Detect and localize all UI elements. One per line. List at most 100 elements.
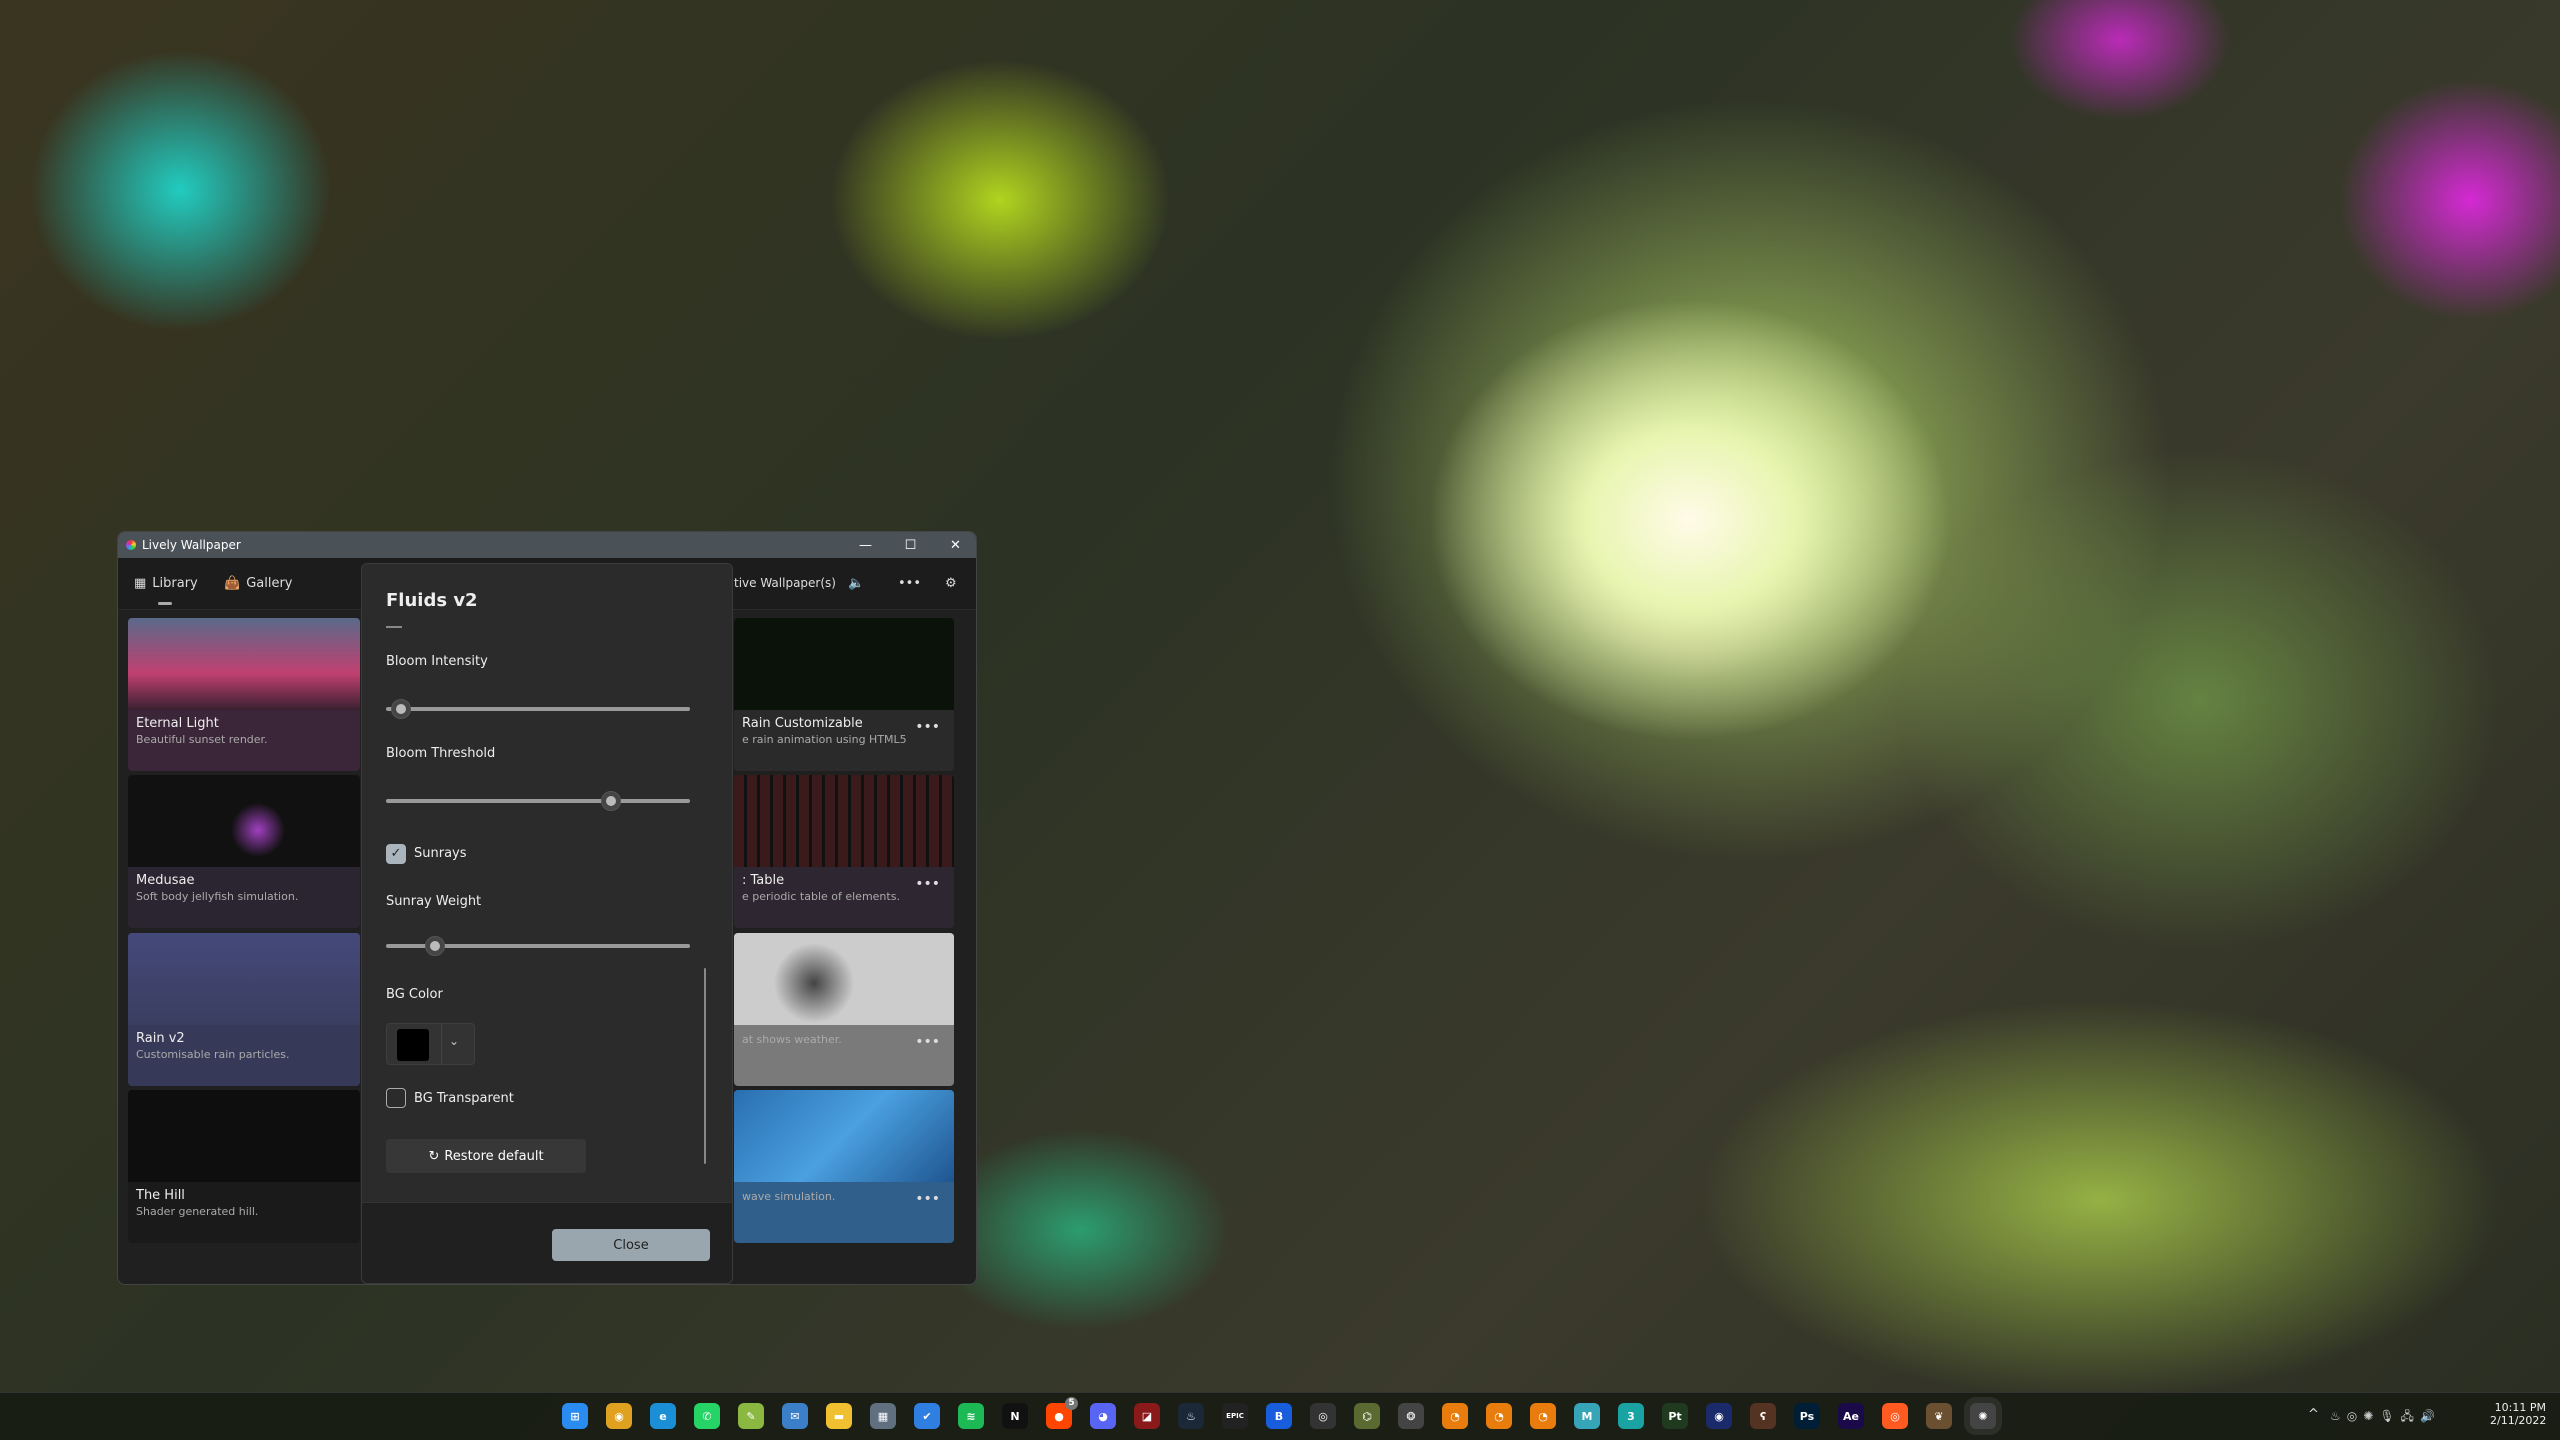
close-button[interactable]: Close <box>552 1229 710 1261</box>
clock[interactable]: 10:11 PM 2/11/2022 <box>2490 1401 2546 1427</box>
active-tab-indicator <box>158 602 172 605</box>
obs-icon[interactable]: ◎ <box>1310 1403 1336 1429</box>
edge-icon[interactable]: e <box>650 1403 676 1429</box>
bg-transparent-checkbox[interactable] <box>386 1088 406 1108</box>
after-effects-icon[interactable]: Ae <box>1838 1403 1864 1429</box>
blender-3-icon[interactable]: ◔ <box>1530 1403 1556 1429</box>
wallpaper-card[interactable]: Eternal Light Beautiful sunset render. <box>128 618 360 771</box>
netflix-icon[interactable]: N <box>1002 1403 1028 1429</box>
file-explorer-icon[interactable]: ▬ <box>826 1403 852 1429</box>
tab-library[interactable]: ▦ Library <box>134 576 198 591</box>
chevron-down-icon[interactable]: ⌄ <box>449 1034 459 1048</box>
discord-icon[interactable]: ◕ <box>1090 1403 1116 1429</box>
slider-thumb[interactable] <box>600 791 621 811</box>
notepad-icon[interactable]: ✎ <box>738 1403 764 1429</box>
tab-gallery[interactable]: 👜 Gallery <box>224 576 293 591</box>
cinema4d-icon[interactable]: ◉ <box>1706 1403 1732 1429</box>
3ds-max-icon[interactable]: 3 <box>1618 1403 1644 1429</box>
tray-app-icon[interactable]: ◎ <box>2347 1409 2363 1423</box>
card-title: Eternal Light <box>136 716 219 731</box>
bg-color-picker[interactable]: ⌄ <box>386 1023 475 1065</box>
tray-icons[interactable]: ♨◎✺🎙🖧🔊 <box>2330 1407 2441 1428</box>
slider-thumb[interactable] <box>391 699 412 719</box>
close-window-button[interactable]: ✕ <box>933 532 976 558</box>
card-desc: Soft body jellyfish simulation. <box>136 890 299 903</box>
volume-icon[interactable]: 🔈 <box>848 576 864 591</box>
dota-icon[interactable]: ◪ <box>1134 1403 1160 1429</box>
thumbnail <box>128 775 360 867</box>
epic-games-icon[interactable]: EPIC <box>1222 1403 1248 1429</box>
lively-tray-icon[interactable]: ✺ <box>2363 1409 2379 1423</box>
wallpaper-card[interactable]: wave simulation. ••• <box>734 1090 954 1243</box>
wallpaper-card[interactable]: Rain Customizable e rain animation using … <box>734 618 954 771</box>
todo-icon[interactable]: ✔ <box>914 1403 940 1429</box>
bg-transparent-label: BG Transparent <box>414 1091 514 1106</box>
steam-tray-icon[interactable]: ♨ <box>2330 1409 2347 1423</box>
minimize-button[interactable]: — <box>843 532 888 558</box>
whatsapp-icon[interactable]: ✆ <box>694 1403 720 1429</box>
davinci-icon[interactable]: ❂ <box>1398 1403 1424 1429</box>
microphone-icon[interactable]: 🎙 <box>2379 1409 2400 1423</box>
scrollbar[interactable] <box>704 968 706 1164</box>
title-bar: Lively Wallpaper — ☐ ✕ <box>118 532 976 558</box>
blender-icon[interactable]: ◔ <box>1442 1403 1468 1429</box>
card-more-button[interactable]: ••• <box>915 1034 940 1050</box>
app-orange-icon[interactable]: ʕ <box>1750 1403 1776 1429</box>
app-flame-icon[interactable]: ❦ <box>1926 1403 1952 1429</box>
bloom-threshold-slider[interactable] <box>386 791 690 811</box>
thumbnail <box>128 618 360 710</box>
settings-gear-icon[interactable]: ⚙ <box>945 576 957 591</box>
active-wallpapers-button[interactable]: tive Wallpaper(s) <box>734 576 836 590</box>
dialog-title: Fluids v2 <box>386 590 478 611</box>
lively-icon[interactable]: ✺ <box>1964 1397 2002 1435</box>
sunray-weight-slider[interactable] <box>386 936 690 956</box>
sunrays-checkbox[interactable]: ✓ <box>386 844 406 864</box>
card-more-button[interactable]: ••• <box>915 1191 940 1207</box>
steam-icon[interactable]: ♨ <box>1178 1403 1204 1429</box>
wallpaper-card[interactable]: at shows weather. ••• <box>734 933 954 1086</box>
dialog-footer: Close <box>362 1202 732 1283</box>
wallpaper-card[interactable]: The Hill Shader generated hill. <box>128 1090 360 1243</box>
reddit-icon[interactable]: ● 5 <box>1046 1397 1078 1429</box>
blender-2-icon[interactable]: ◔ <box>1486 1403 1512 1429</box>
card-desc: Beautiful sunset render. <box>136 733 268 746</box>
slider-thumb[interactable] <box>424 936 445 956</box>
maya-icon[interactable]: M <box>1574 1403 1600 1429</box>
card-desc: Shader generated hill. <box>136 1205 259 1218</box>
restore-default-label: Restore default <box>444 1148 544 1164</box>
tray-chevron-icon[interactable]: ^ <box>2308 1407 2319 1422</box>
wallpaper-card[interactable]: Rain v2 Customisable rain particles. <box>128 933 360 1086</box>
calculator-icon[interactable]: ▦ <box>870 1403 896 1429</box>
bitwarden-icon[interactable]: B <box>1266 1403 1292 1429</box>
card-more-button[interactable]: ••• <box>915 719 940 735</box>
notification-badge: 5 <box>1065 1397 1078 1410</box>
wallpaper-card[interactable]: Medusae Soft body jellyfish simulation. <box>128 775 360 928</box>
card-more-button[interactable]: ••• <box>915 876 940 892</box>
card-title: Medusae <box>136 873 195 888</box>
sunrays-label: Sunrays <box>414 846 467 861</box>
volume-icon[interactable]: 🔊 <box>2420 1409 2441 1423</box>
houdini-icon[interactable]: ◎ <box>1882 1403 1908 1429</box>
app-green-icon[interactable]: ⌬ <box>1354 1403 1380 1429</box>
sunray-weight-label: Sunray Weight <box>386 894 482 909</box>
substance-painter-icon[interactable]: Pt <box>1662 1403 1688 1429</box>
more-button[interactable]: ••• <box>898 576 921 591</box>
color-swatch <box>397 1029 429 1061</box>
start-icon[interactable]: ⊞ <box>562 1403 588 1429</box>
wallpaper-card[interactable]: : Table e periodic table of elements. ••• <box>734 775 954 928</box>
thumbnail <box>734 618 954 710</box>
bloom-intensity-label: Bloom Intensity <box>386 654 488 669</box>
chrome-icon[interactable]: ◉ <box>606 1403 632 1429</box>
maximize-button[interactable]: ☐ <box>888 532 933 558</box>
network-icon[interactable]: 🖧 <box>2401 1409 2420 1423</box>
window-title: Lively Wallpaper <box>142 538 241 552</box>
title-underline <box>386 626 402 628</box>
thumbnail <box>734 933 954 1025</box>
mail-icon[interactable]: ✉ <box>782 1403 808 1429</box>
tab-gallery-label: Gallery <box>246 576 293 591</box>
spotify-icon[interactable]: ≋ <box>958 1403 984 1429</box>
bloom-intensity-slider[interactable] <box>386 699 690 719</box>
photoshop-icon[interactable]: Ps <box>1794 1403 1820 1429</box>
lively-logo-icon <box>126 540 136 550</box>
restore-default-button[interactable]: ↻ Restore default <box>386 1139 586 1173</box>
